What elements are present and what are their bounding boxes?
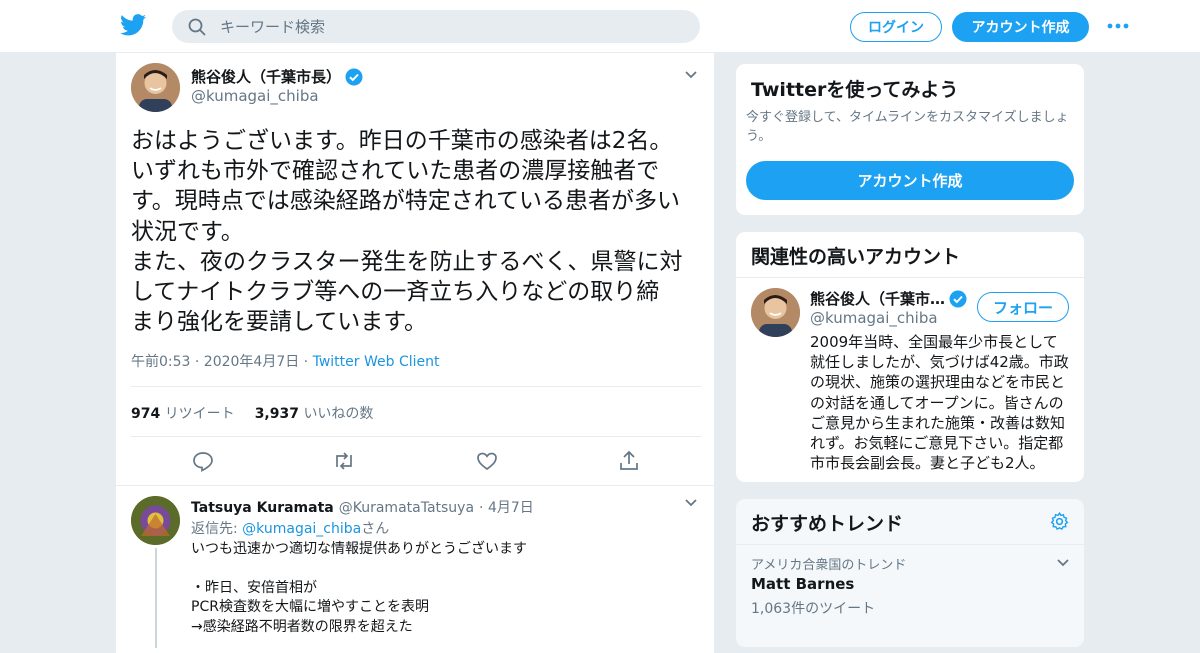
card-title: おすすめトレンド	[751, 513, 904, 535]
divider	[116, 485, 716, 486]
search-input[interactable]	[220, 17, 660, 36]
chevron-down-icon[interactable]	[684, 70, 698, 80]
settings-icon[interactable]	[1049, 511, 1070, 532]
like-icon[interactable]	[475, 449, 499, 473]
reply-date[interactable]: · 4月7日	[479, 497, 534, 517]
reply-author-handle[interactable]: @KuramataTatsuya	[339, 500, 474, 516]
author-handle[interactable]: @kumagai_chiba	[191, 87, 319, 105]
trend-name: Matt Barnes	[751, 575, 855, 593]
retweet-icon[interactable]	[332, 449, 356, 473]
related-account-bio: 2009年当時、全国最年少市長として就任しましたが、気づけば42歳。市政の現状、…	[810, 333, 1069, 473]
retweet-label: リツイート	[164, 406, 235, 422]
signup-button[interactable]: アカウント作成	[746, 161, 1074, 200]
related-name-text[interactable]: 熊谷俊人（千葉市…	[810, 288, 945, 309]
author-name-text[interactable]: 熊谷俊人（千葉市長）	[191, 66, 341, 87]
like-count: 3,937	[254, 406, 299, 422]
related-accounts-card: 関連性の高いアカウント 熊谷俊人（千葉市… @kumagai_chiba フォロ…	[735, 231, 1085, 483]
author-name[interactable]: 熊谷俊人（千葉市長）	[191, 66, 363, 87]
card-title: Twitterを使ってみよう	[751, 79, 959, 101]
trend-context: アメリカ合衆国のトレンド	[751, 558, 907, 573]
tweet-meta: 午前0:53 · 2020年4月7日 · Twitter Web Client	[131, 351, 439, 371]
reply-to-suffix: さん	[361, 521, 390, 537]
like-stat[interactable]: 3,937 いいねの数	[255, 403, 374, 423]
tweet-source-link[interactable]: Twitter Web Client	[313, 354, 440, 370]
retweet-stat[interactable]: 974 リツイート	[131, 403, 235, 423]
divider	[736, 277, 1084, 278]
follow-button[interactable]: フォロー	[977, 292, 1069, 322]
retweet-count: 974	[131, 406, 161, 422]
tweet-column: 熊谷俊人（千葉市長） @kumagai_chiba おはようございます。昨日の千…	[115, 53, 716, 653]
trend-tweet-count: 1,063件のツイート	[751, 601, 876, 617]
trend-item[interactable]: アメリカ合衆国のトレンド Matt Barnes 1,063件のツイート	[736, 545, 1084, 627]
top-navigation-bar: ログイン アカウント作成	[0, 0, 1200, 53]
more-icon[interactable]	[1106, 18, 1130, 34]
login-button[interactable]: ログイン	[850, 12, 942, 42]
twitter-logo-icon[interactable]	[120, 14, 146, 36]
trends-card: おすすめトレンド アメリカ合衆国のトレンド Matt Barnes 1,063件…	[735, 498, 1085, 648]
reply-to-prefix: 返信先:	[191, 521, 243, 537]
tweet-text: おはようございます。昨日の千葉市の感染者は2名。 いずれも市外で確認されていた患…	[131, 128, 683, 336]
tweet-timestamp[interactable]: 午前0:53 · 2020年4月7日 ·	[131, 354, 313, 370]
tweet-actions	[116, 449, 716, 473]
reply-author-name[interactable]: Tatsuya Kuramata	[191, 500, 334, 516]
card-subtitle: 今すぐ登録して、タイムラインをカスタマイズしましょう。	[746, 110, 1069, 144]
avatar[interactable]	[131, 496, 180, 545]
divider	[131, 436, 701, 437]
thread-line	[155, 548, 157, 648]
verified-icon	[345, 68, 363, 85]
avatar[interactable]	[131, 63, 180, 112]
reply-to-line: 返信先: @kumagai_chibaさん	[191, 518, 389, 538]
search-icon	[188, 18, 206, 35]
card-title: 関連性の高いアカウント	[751, 246, 961, 268]
divider	[131, 386, 701, 387]
try-twitter-card: Twitterを使ってみよう 今すぐ登録して、タイムラインをカスタマイズしましょ…	[735, 63, 1085, 216]
reply-text: いつも迅速かつ適切な情報提供ありがとうございます ・昨日、安倍首相が PCR検査…	[191, 541, 527, 635]
related-account-handle[interactable]: @kumagai_chiba	[810, 309, 938, 327]
related-account-name[interactable]: 熊谷俊人（千葉市…	[810, 288, 967, 309]
share-icon[interactable]	[617, 449, 641, 473]
reply-icon[interactable]	[191, 449, 215, 473]
tweet-stats: 974 リツイート 3,937 いいねの数	[131, 403, 373, 423]
avatar[interactable]	[751, 288, 800, 337]
like-label: いいねの数	[303, 406, 374, 422]
chevron-down-icon[interactable]	[1056, 558, 1070, 568]
verified-icon	[949, 290, 967, 307]
reply-header: Tatsuya Kuramata @KuramataTatsuya · 4月7日	[191, 497, 534, 517]
search-bar[interactable]	[172, 10, 700, 43]
reply-to-handle[interactable]: @kumagai_chiba	[242, 521, 361, 537]
signup-button[interactable]: アカウント作成	[952, 12, 1089, 42]
chevron-down-icon[interactable]	[684, 498, 698, 508]
